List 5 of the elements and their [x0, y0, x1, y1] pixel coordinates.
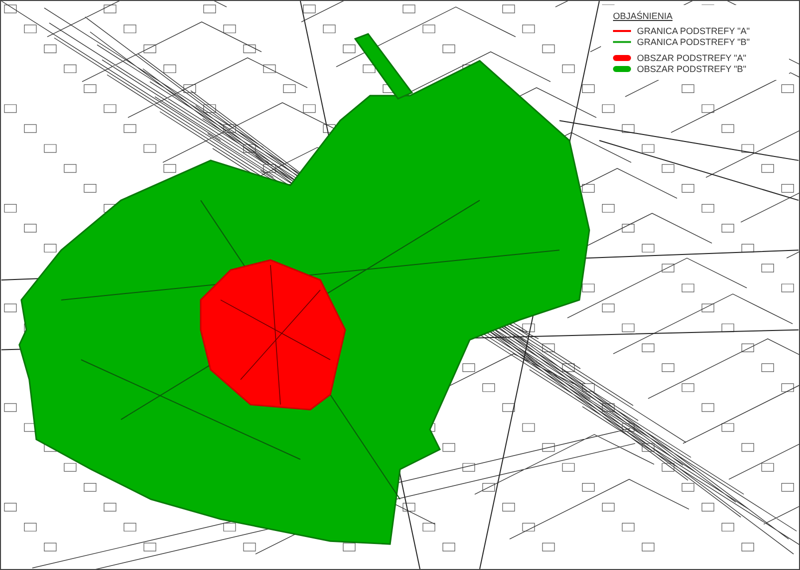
legend-title: OBJAŚNIENIA — [613, 11, 674, 21]
legend-label: OBSZAR PODSTREFY "A" — [637, 52, 746, 62]
legend-label: GRANICA PODSTREFY "B" — [637, 36, 750, 46]
legend-label: OBSZAR PODSTREFY "B" — [637, 64, 746, 74]
legend-label: GRANICA PODSTREFY "A" — [637, 26, 750, 36]
